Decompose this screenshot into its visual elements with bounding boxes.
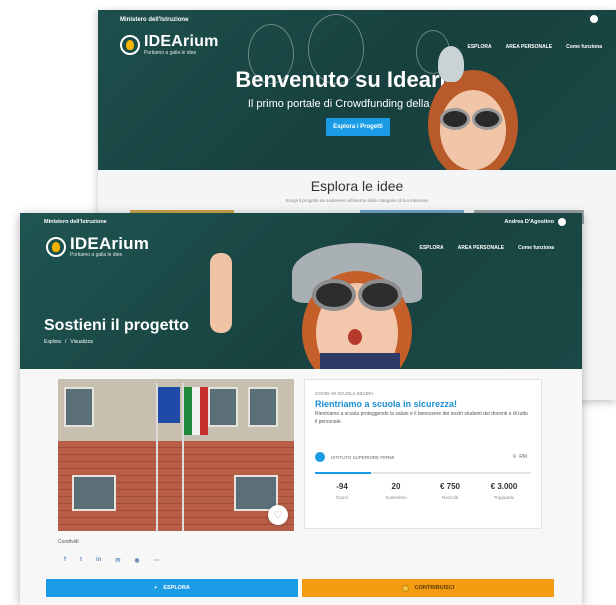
nav-area-personale[interactable]: AREA PERSONALE: [506, 44, 553, 50]
logo-tagline: Portiamo a galla le idee: [144, 50, 197, 56]
nav-area-personale[interactable]: AREA PERSONALE: [458, 245, 505, 251]
stat-label: Giorni: [335, 495, 348, 500]
stat-label: Raccolti: [441, 495, 458, 500]
stat-label: Traguardo: [493, 495, 515, 500]
breadcrumb-separator: /: [64, 339, 67, 345]
school-photo: ♡: [58, 379, 294, 531]
window-image: [234, 475, 278, 511]
goggles-image: [440, 108, 470, 130]
user-icon[interactable]: [590, 15, 598, 23]
window-image: [64, 387, 94, 427]
user-icon: [558, 218, 566, 226]
breadcrumb: Esplora / Visualizza: [44, 339, 93, 345]
location: ⚲ RM: [513, 454, 527, 460]
goggles-image: [472, 108, 502, 130]
contribute-button[interactable]: CONTRIBUISCI: [302, 579, 554, 597]
messenger-icon[interactable]: ◉: [134, 557, 139, 564]
explore-title: Esplora le idee: [310, 178, 404, 194]
window-image: [248, 387, 278, 427]
facebook-icon[interactable]: f: [64, 557, 66, 564]
stat-label: Sostenitori: [385, 495, 407, 500]
twitter-icon[interactable]: t: [80, 557, 82, 564]
idearium-logo[interactable]: IDEArium Portiamo a galla le idee: [120, 34, 219, 56]
eu-flag-image: [158, 387, 180, 423]
plus-icon: +: [154, 585, 158, 591]
school-icon: [315, 452, 325, 462]
nav-come-funziona[interactable]: Come funziona: [518, 245, 554, 251]
logo-tagline: Portiamo a galla le idee: [70, 252, 123, 258]
stat-traguardo: € 3.000 Traguardo: [477, 482, 531, 500]
child-face-image: [440, 90, 506, 170]
share-icons: f t in ✉ ◉ ⋯: [64, 557, 160, 564]
home-topbar: Ministero dell'Istruzione: [98, 10, 616, 30]
hero-subtitle: Il primo portale di Crowdfunding della S…: [247, 98, 467, 110]
home-hero: Ministero dell'Istruzione IDEArium Porti…: [98, 10, 616, 170]
school-name: ISTITUTO SUPERIORE FERMI: [331, 454, 395, 460]
logo-name: IDEArium: [70, 234, 150, 253]
lightbulb-logo-icon: [120, 35, 140, 55]
ministry-label: Ministero dell'Istruzione: [120, 17, 189, 23]
stat-value: € 750: [439, 482, 461, 491]
home-nav: ESPLORA AREA PERSONALE Come funziona: [467, 44, 602, 50]
location-pin-icon: ⚲: [512, 454, 517, 460]
goggles-image: [358, 279, 402, 311]
stage: Ministero dell'Istruzione IDEArium Porti…: [0, 0, 616, 605]
explore-button[interactable]: + ESPLORA: [46, 579, 298, 597]
raised-finger-image: [210, 253, 232, 333]
contribute-button-label: CONTRIBUISCI: [414, 585, 455, 591]
email-icon[interactable]: ✉: [115, 557, 120, 564]
explore-subtitle: Scegli il progetto da sostenere all'inte…: [285, 198, 429, 203]
nav-esplora[interactable]: ESPLORA: [467, 44, 491, 50]
project-category: COVID-19 SCUOLA SICURA: [315, 391, 374, 396]
project-topbar: Ministero dell'Istruzione Andrea D'Agost…: [20, 213, 582, 229]
logo-name: IDEArium: [144, 33, 219, 50]
nav-come-funziona[interactable]: Come funziona: [566, 44, 602, 50]
stat-value: € 3.000: [490, 482, 518, 491]
bowtie-image: [320, 353, 400, 369]
project-content: ♡ COVID-19 SCUOLA SICURA Rientriamo a sc…: [20, 369, 582, 605]
lightbulb-image: [438, 46, 464, 82]
more-icon[interactable]: ⋯: [154, 557, 160, 564]
breadcrumb-esplora[interactable]: Esplora: [44, 339, 61, 345]
italian-flag-white: [192, 387, 200, 435]
explore-button-label: ESPLORA: [163, 585, 190, 591]
project-title: Rientriamo a scuola in sicurezza!: [315, 399, 458, 409]
stat-sostenitori: 20 Sostenitori: [369, 482, 423, 500]
window-image: [208, 387, 238, 427]
project-description: Rientriamo a scuola proteggendo la salut…: [315, 411, 528, 425]
italian-flag-red: [200, 387, 208, 435]
child-mouth-image: [348, 329, 362, 345]
project-nav: ESPLORA AREA PERSONALE Come funziona: [419, 245, 554, 251]
funding-progress-fill: [315, 472, 372, 474]
stat-giorni: -94 Giorni: [315, 482, 369, 500]
breadcrumb-visualizza: Visualizza: [70, 339, 93, 345]
project-hero: Ministero dell'Istruzione Andrea D'Agost…: [20, 213, 582, 369]
favorite-heart-icon[interactable]: ♡: [268, 505, 288, 525]
funding-progress-bar: [315, 472, 531, 474]
page-title: Sostieni il progetto: [44, 317, 189, 334]
project-stats: -94 Giorni 20 Sostenitori € 750 Raccolti…: [315, 482, 531, 500]
window-image: [72, 475, 116, 511]
user-name: Andrea D'Agostino: [504, 219, 554, 225]
location-label: RM: [519, 454, 527, 460]
italian-flag-green: [184, 387, 192, 435]
project-page-screenshot: Ministero dell'Istruzione Andrea D'Agost…: [20, 213, 582, 605]
stat-raccolti: € 750 Raccolti: [423, 482, 477, 500]
project-info-card: COVID-19 SCUOLA SICURA Rientriamo a scuo…: [304, 379, 542, 529]
linkedin-icon[interactable]: in: [96, 557, 101, 564]
stat-value: -94: [336, 482, 348, 491]
stat-value: 20: [391, 482, 401, 491]
user-menu[interactable]: Andrea D'Agostino: [504, 218, 566, 226]
idearium-logo[interactable]: IDEArium Portiamo a galla le idee: [46, 235, 149, 258]
school-info[interactable]: ISTITUTO SUPERIORE FERMI: [315, 452, 394, 462]
share-label: Condividi: [58, 539, 79, 545]
lightbulb-logo-icon: [46, 236, 66, 257]
nav-esplora[interactable]: ESPLORA: [419, 245, 443, 251]
hero-title: Benvenuto su Idearium: [235, 67, 479, 92]
coin-icon: [401, 584, 409, 592]
ministry-label: Ministero dell'Istruzione: [44, 219, 107, 225]
goggles-image: [312, 279, 356, 311]
explore-projects-button[interactable]: Esplora i Progetti: [326, 118, 390, 136]
